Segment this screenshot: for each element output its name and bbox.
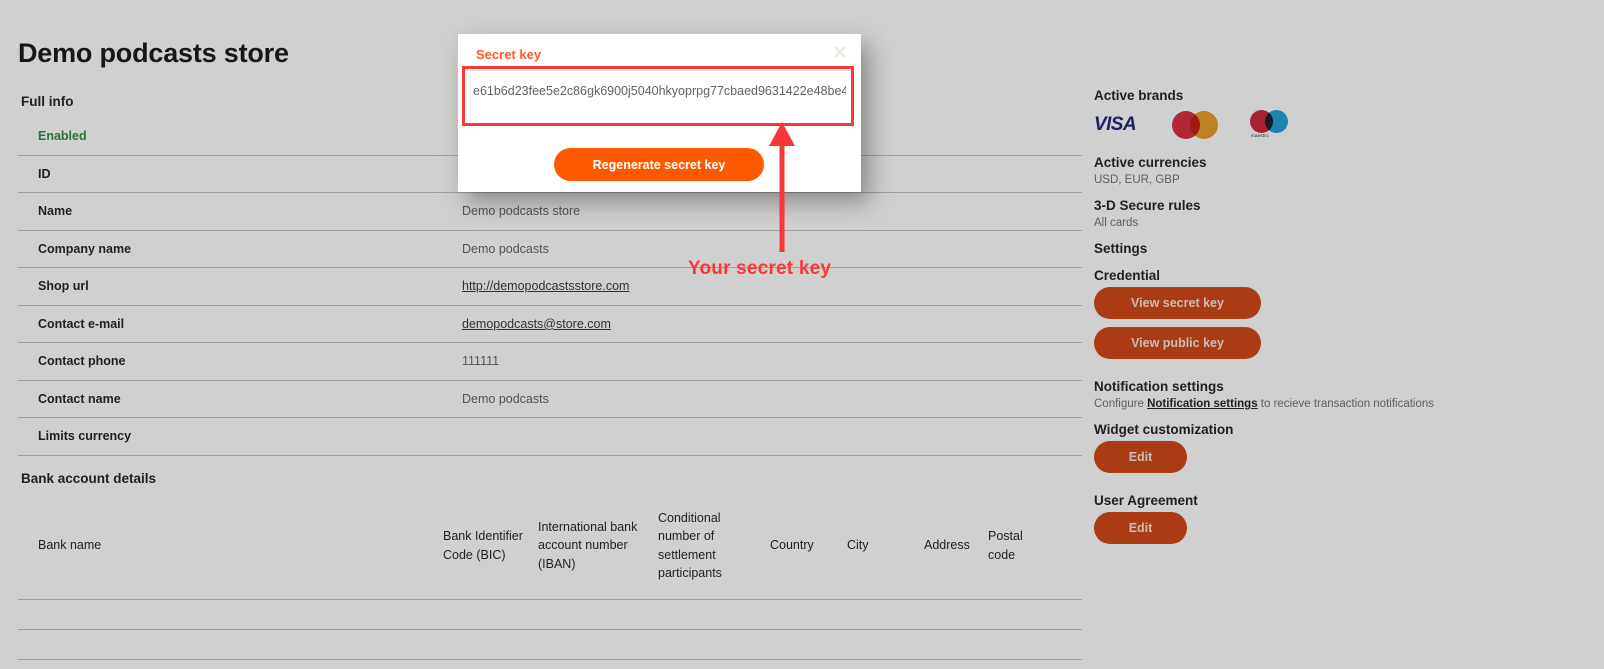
annotation-label: Your secret key: [688, 258, 832, 279]
notification-settings-block: Notification settings Configure Notifica…: [1094, 379, 1514, 410]
settings-sidebar: Active brands VISA maestro Active curren…: [1094, 88, 1514, 564]
row-label: Company name: [38, 241, 132, 256]
row-label: Contact e-mail: [38, 316, 125, 331]
full-info-heading: Full info: [21, 94, 74, 109]
column-header-settlement-participants: Conditional number of settlement partici…: [658, 510, 722, 581]
secret-key-input[interactable]: [465, 70, 854, 110]
table-row: Company name Demo podcasts: [18, 231, 1082, 268]
maestro-slot: maestro: [1250, 110, 1328, 140]
regenerate-secret-key-button[interactable]: Regenerate secret key: [554, 148, 764, 181]
user-agreement-edit-button[interactable]: Edit: [1094, 512, 1187, 544]
bank-account-heading: Bank account details: [21, 471, 157, 486]
credential-block: Credential View secret key View public k…: [1094, 268, 1514, 367]
row-value: 111111: [462, 354, 500, 369]
row-label: Contact phone: [38, 354, 126, 369]
column-header-bank-name: Bank name: [38, 538, 102, 553]
table-row: Contact phone 111111: [18, 343, 1082, 381]
three-d-secure-value: All cards: [1094, 217, 1139, 229]
user-agreement-block: User Agreement Edit: [1094, 493, 1514, 552]
row-value: Demo podcasts: [462, 241, 549, 256]
row-label: Contact name: [38, 391, 121, 406]
close-icon[interactable]: ✕: [831, 44, 849, 63]
settings-title: Settings: [1094, 241, 1148, 256]
table-row: Contact name Demo podcasts: [18, 381, 1082, 418]
secret-key-modal: Secret key ✕ Regenerate secret key: [458, 34, 861, 192]
visa-slot: VISA: [1094, 114, 1172, 136]
column-header-postal-code: Postal code: [988, 529, 1023, 562]
column-header-city: City: [847, 538, 869, 553]
row-value: Demo podcasts: [462, 391, 549, 406]
table-row: Shop url http://demopodcastsstore.com: [18, 268, 1082, 306]
active-currencies-value: USD, EUR, GBP: [1094, 174, 1180, 186]
visa-icon: VISA: [1094, 114, 1137, 135]
notification-settings-link[interactable]: Notification settings: [1147, 398, 1258, 410]
notification-suffix: to recieve transaction notifications: [1257, 398, 1435, 410]
row-label: Limits currency: [38, 429, 132, 444]
view-public-key-button[interactable]: View public key: [1094, 327, 1261, 359]
row-label: Name: [38, 204, 73, 219]
settings-block: Settings: [1094, 241, 1514, 256]
contact-email-link[interactable]: demopodcasts@store.com: [462, 317, 611, 331]
mastercard-icon: [1172, 111, 1218, 139]
active-brands-block: Active brands VISA maestro: [1094, 88, 1514, 143]
mastercard-slot: [1172, 111, 1250, 139]
maestro-icon: maestro: [1250, 110, 1290, 140]
column-header-country: Country: [770, 538, 814, 553]
column-header-iban: International bank account number (IBAN): [538, 519, 638, 571]
row-label: ID: [38, 166, 51, 181]
row-label: Shop url: [38, 279, 89, 294]
maestro-label: maestro: [1251, 133, 1269, 138]
three-d-secure-block: 3-D Secure rules All cards: [1094, 198, 1514, 229]
notification-settings-title: Notification settings: [1094, 379, 1224, 394]
table-row: [18, 600, 1082, 630]
column-header-address: Address: [924, 538, 970, 553]
credential-title: Credential: [1094, 268, 1161, 283]
view-secret-key-button[interactable]: View secret key: [1094, 287, 1261, 319]
shop-url-link[interactable]: http://demopodcastsstore.com: [462, 279, 629, 293]
bank-account-table: Bank name Bank Identifier Code (BIC) Int…: [18, 492, 1082, 660]
table-row: Name Demo podcasts store: [18, 193, 1082, 231]
table-header-row: Bank name Bank Identifier Code (BIC) Int…: [18, 492, 1082, 600]
page-title: Demo podcasts store: [18, 38, 289, 68]
active-currencies-block: Active currencies USD, EUR, GBP: [1094, 155, 1514, 186]
row-value: Demo podcasts store: [462, 204, 581, 219]
active-brands-title: Active brands: [1094, 88, 1184, 103]
table-row: Contact e-mail demopodcasts@store.com: [18, 306, 1082, 343]
modal-title: Secret key: [476, 47, 542, 62]
user-agreement-title: User Agreement: [1094, 493, 1198, 508]
table-row: [18, 630, 1082, 660]
app-page: Demo podcasts store Full info Enabled ID…: [0, 0, 1604, 669]
widget-customization-title: Widget customization: [1094, 422, 1234, 437]
notification-settings-description: Configure Notification settings to recie…: [1094, 398, 1514, 410]
status-badge: Enabled: [38, 129, 87, 144]
column-header-bic: Bank Identifier Code (BIC): [443, 529, 523, 562]
widget-edit-button[interactable]: Edit: [1094, 441, 1187, 473]
widget-customization-block: Widget customization Edit: [1094, 422, 1514, 481]
three-d-secure-title: 3-D Secure rules: [1094, 198, 1201, 213]
table-row: Limits currency: [18, 418, 1082, 456]
active-currencies-title: Active currencies: [1094, 155, 1207, 170]
brand-logo-row: VISA maestro: [1094, 107, 1514, 143]
notification-prefix: Configure: [1094, 398, 1148, 410]
